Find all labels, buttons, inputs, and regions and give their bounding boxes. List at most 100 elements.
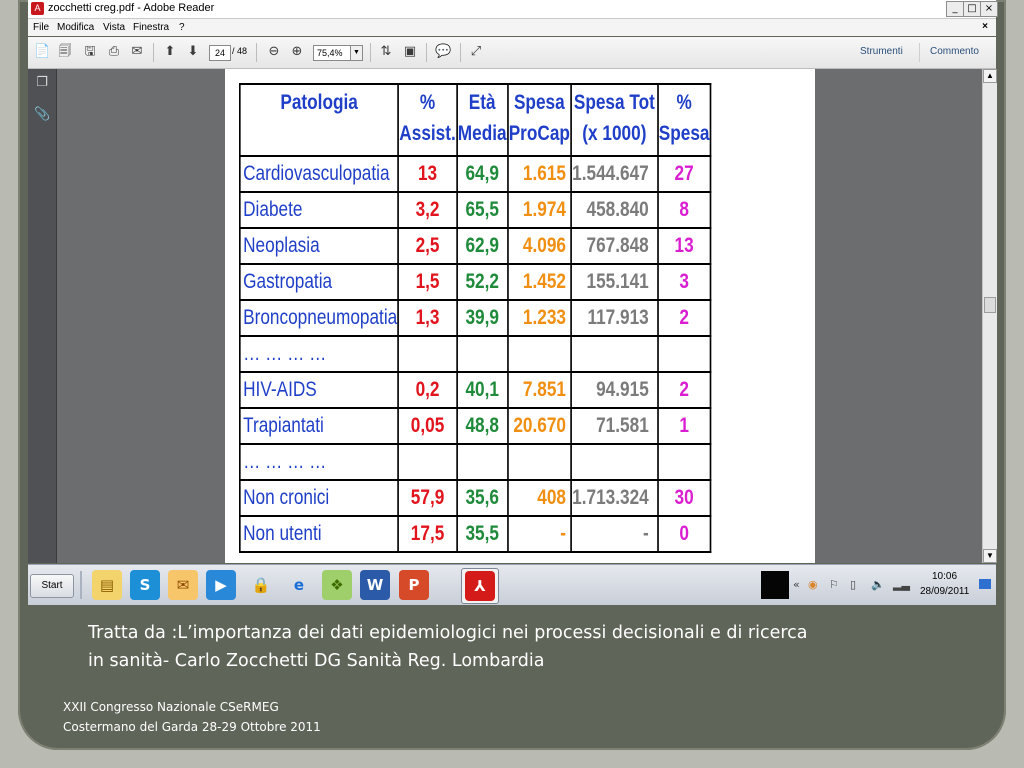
cell-patologia: Gastropatia bbox=[238, 263, 400, 301]
cell-patologia: … … … … bbox=[238, 443, 400, 481]
clock-date[interactable]: 28/09/2011 bbox=[920, 586, 969, 597]
cell-eta bbox=[455, 335, 509, 373]
menu-help[interactable]: ? bbox=[179, 22, 185, 33]
strumenti-button[interactable]: Strumenti bbox=[860, 46, 903, 57]
comment-icon[interactable]: 💬 bbox=[435, 44, 451, 60]
cell-eta: 39,9 bbox=[455, 299, 509, 337]
header-eta: Età Media bbox=[455, 83, 509, 157]
next-page-icon[interactable]: ⬇ bbox=[185, 44, 201, 60]
skype-icon[interactable]: S bbox=[130, 570, 160, 600]
cell-spesa-tot bbox=[570, 335, 659, 373]
cell-spesa-tot: 767.848 bbox=[570, 227, 659, 265]
cell-spesa-procap: 408 bbox=[506, 479, 572, 517]
header-patologia: Patologia bbox=[238, 83, 400, 157]
cell-spesa-procap: 1.974 bbox=[506, 191, 572, 229]
menu-finestra[interactable]: Finestra bbox=[133, 22, 169, 33]
combine-icon[interactable]: 🗐 bbox=[57, 44, 73, 60]
internet-explorer-icon[interactable]: e bbox=[284, 570, 314, 600]
fit-page-icon[interactable]: ⇅ bbox=[378, 44, 394, 60]
restore-button[interactable]: □ bbox=[963, 1, 981, 17]
scroll-down-icon[interactable]: ▼ bbox=[983, 549, 997, 563]
menu-modifica[interactable]: Modifica bbox=[57, 22, 94, 33]
document-viewer[interactable]: Patologia % Assist. Età Media Spesa ProCap … bbox=[57, 69, 982, 563]
zoom-in-icon[interactable]: ⊕ bbox=[289, 44, 305, 60]
cell-spesa-procap: 7.851 bbox=[506, 371, 572, 409]
cell-assist bbox=[397, 443, 458, 481]
device-icon[interactable]: ▯ bbox=[850, 578, 856, 591]
mail-icon[interactable]: ✉ bbox=[168, 570, 198, 600]
cell-pct-spesa: 3 bbox=[656, 263, 712, 301]
attachments-icon[interactable]: 📎 bbox=[34, 107, 50, 123]
show-desktop-button[interactable] bbox=[979, 579, 991, 589]
tray-app-icon[interactable]: ◉ bbox=[808, 578, 818, 591]
cell-spesa-procap: 20.670 bbox=[506, 407, 572, 445]
scroll-up-icon[interactable]: ▲ bbox=[983, 69, 997, 83]
cell-patologia: Non cronici bbox=[238, 479, 400, 517]
volume-icon[interactable]: 🔈 bbox=[871, 578, 885, 591]
page-number-input[interactable]: 24 bbox=[209, 45, 231, 61]
powerpoint-icon[interactable]: P bbox=[399, 570, 429, 600]
word-icon[interactable]: W bbox=[360, 570, 390, 600]
cell-pct-spesa: 2 bbox=[656, 371, 712, 409]
caption-line-2: in sanità- Carlo Zocchetti DG Sanità Reg… bbox=[88, 651, 545, 671]
cell-assist: 57,9 bbox=[397, 479, 458, 517]
network-icon[interactable]: ▂▃ bbox=[893, 578, 910, 591]
adobe-reader-icon: ⅄ bbox=[465, 571, 495, 601]
create-pdf-icon[interactable]: 📄 bbox=[34, 44, 50, 60]
menu-vista[interactable]: Vista bbox=[103, 22, 125, 33]
table-row: HIV-AIDS 0,2 40,1 7.851 94.915 2 bbox=[238, 371, 712, 409]
cell-spesa-tot: 117.913 bbox=[570, 299, 659, 337]
media-player-icon[interactable]: ▶ bbox=[206, 570, 236, 600]
clock-time[interactable]: 10:06 bbox=[932, 571, 957, 582]
pages-panel-icon[interactable]: ❐ bbox=[34, 75, 50, 91]
table-row: Non utenti 17,5 35,5- -0 bbox=[238, 515, 712, 553]
zoom-dropdown-icon[interactable]: ▼ bbox=[350, 45, 363, 61]
email-icon[interactable]: ✉ bbox=[129, 44, 145, 60]
cell-assist: 13 bbox=[397, 155, 458, 193]
action-center-icon[interactable]: ⚐ bbox=[829, 578, 839, 591]
lock-icon[interactable]: 🔒 bbox=[246, 570, 276, 600]
print-icon[interactable]: ⎙ bbox=[106, 44, 122, 60]
pathology-table: Patologia % Assist. Età Media Spesa ProCap … bbox=[238, 83, 712, 553]
table-row: Neoplasia 2,5 62,9 4.096 767.848 13 bbox=[238, 227, 712, 265]
footer-line-2: Costermano del Garda 28-29 Ottobre 2011 bbox=[63, 720, 321, 734]
toolbar-separator bbox=[153, 43, 154, 62]
cell-eta: 35,5 bbox=[455, 515, 509, 553]
table-row: Cardiovasculopatia 13 64,9 1.615 1.544.647 27 bbox=[238, 155, 712, 193]
close-button[interactable]: × bbox=[980, 1, 998, 17]
previous-page-icon[interactable]: ⬆ bbox=[162, 44, 178, 60]
cell-patologia: Trapiantati bbox=[238, 407, 400, 445]
cell-spesa-tot: 155.141 bbox=[570, 263, 659, 301]
file-explorer-icon[interactable]: ▤ bbox=[92, 570, 122, 600]
cell-eta: 40,1 bbox=[455, 371, 509, 409]
window-titlebar: A zocchetti creg.pdf - Adobe Reader _ □ … bbox=[28, 0, 998, 19]
tray-expand-icon[interactable]: « bbox=[793, 578, 800, 591]
cell-eta: 65,5 bbox=[455, 191, 509, 229]
cell-eta bbox=[455, 443, 509, 481]
zoom-out-icon[interactable]: ⊖ bbox=[266, 44, 282, 60]
toolbar-separator bbox=[460, 43, 461, 62]
adobe-reader-taskbar-button[interactable]: ⅄ bbox=[461, 568, 499, 604]
cell-assist: 1,5 bbox=[397, 263, 458, 301]
menu-file[interactable]: File bbox=[33, 22, 49, 33]
zoom-level-input[interactable]: 75,4% bbox=[313, 45, 354, 61]
cell-pct-spesa: 13 bbox=[656, 227, 712, 265]
start-button[interactable]: Start bbox=[30, 574, 74, 598]
minimize-button[interactable]: _ bbox=[946, 1, 964, 17]
toolbar-separator bbox=[919, 43, 920, 62]
vertical-scrollbar[interactable]: ▲ ▼ bbox=[982, 69, 997, 563]
save-icon[interactable]: 🖫 bbox=[82, 44, 98, 60]
cell-eta: 64,9 bbox=[455, 155, 509, 193]
cell-patologia: Broncopneumopatia bbox=[238, 299, 400, 337]
scroll-thumb[interactable] bbox=[984, 297, 996, 313]
commento-button[interactable]: Commento bbox=[930, 46, 979, 57]
caption-line-1: Tratta da :L’importanza dei dati epidemi… bbox=[88, 623, 808, 643]
pdf-page: Patologia % Assist. Età Media Spesa ProCap … bbox=[225, 69, 815, 563]
folder-icon[interactable]: ❖ bbox=[322, 570, 352, 600]
full-screen-icon[interactable]: ▣ bbox=[402, 44, 418, 60]
cell-pct-spesa: 30 bbox=[656, 479, 712, 517]
document-close-icon[interactable]: × bbox=[982, 21, 988, 32]
taskbar: Start ▤ S ✉ ▶ 🔒 e ❖ W P ⅄ « ◉ ⚐ ▯ 🔈 ▂▃ 1… bbox=[28, 564, 996, 605]
cell-spesa-tot: 71.581 bbox=[570, 407, 659, 445]
expand-icon[interactable]: ⤢ bbox=[468, 44, 484, 60]
